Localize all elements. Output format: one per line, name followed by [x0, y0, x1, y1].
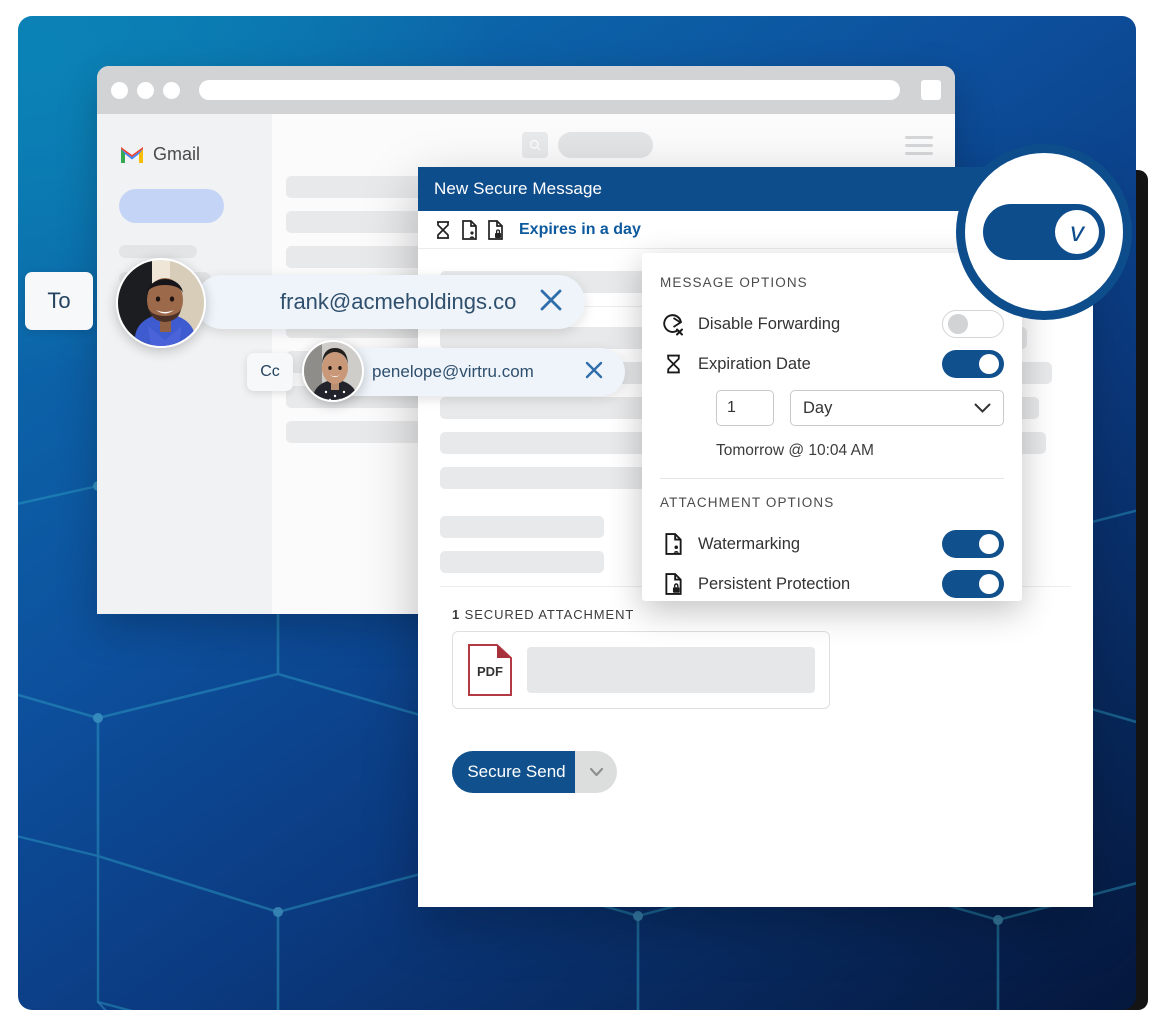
to-field-label: To: [25, 272, 93, 330]
maximize-icon[interactable]: [921, 80, 941, 100]
message-options-panel: MESSAGE OPTIONS Disable Forwarding Expir…: [642, 253, 1022, 601]
expiration-status-text: Expires in a day: [519, 221, 641, 239]
gmail-compose-button[interactable]: [119, 189, 224, 223]
pdf-file-icon: PDF: [467, 643, 513, 697]
attachment-label: SECURED ATTACHMENT: [465, 607, 635, 622]
send-dropdown-button[interactable]: [575, 751, 617, 793]
watermark-document-icon: [660, 533, 686, 555]
watermarking-toggle[interactable]: [942, 530, 1004, 558]
option-row-persistent-protection[interactable]: Persistent Protection: [660, 564, 1004, 604]
persistent-protection-toggle[interactable]: [942, 570, 1004, 598]
gmail-m-icon: [119, 145, 145, 165]
expiration-unit-value: Day: [803, 399, 974, 418]
dot-yellow[interactable]: [137, 82, 154, 99]
virtru-toggle-badge: v: [956, 144, 1132, 320]
body-placeholder: [440, 516, 604, 538]
option-label: Disable Forwarding: [698, 315, 930, 334]
attachment-count: 1: [452, 607, 460, 622]
disable-forwarding-toggle[interactable]: [942, 310, 1004, 338]
send-button-group: Secure Send: [452, 751, 617, 793]
expiration-unit-select[interactable]: Day: [790, 390, 1004, 426]
avatar-penelope: [302, 340, 364, 402]
attachment-options-heading: ATTACHMENT OPTIONS: [660, 495, 1004, 510]
divider: [660, 478, 1004, 479]
option-label: Expiration Date: [698, 355, 930, 374]
hourglass-icon: [660, 353, 686, 375]
option-row-disable-forwarding[interactable]: Disable Forwarding: [660, 304, 1004, 344]
hourglass-icon: [434, 220, 452, 240]
disable-forwarding-icon: [660, 312, 686, 336]
body-placeholder: [440, 551, 604, 573]
option-row-watermarking[interactable]: Watermarking: [660, 524, 1004, 564]
expiration-amount-input[interactable]: [716, 390, 774, 426]
expiration-inputs: Day: [716, 390, 1004, 426]
expiration-summary: Tomorrow @ 10:04 AM: [716, 442, 1004, 460]
option-row-expiration-date[interactable]: Expiration Date: [660, 344, 1004, 384]
gmail-logo-label: Gmail: [153, 144, 200, 165]
to-recipient-chip[interactable]: frank@acmeholdings.co: [195, 275, 585, 329]
sidebar-placeholder[interactable]: [119, 245, 197, 258]
browser-title-bar: [97, 66, 955, 114]
hamburger-icon[interactable]: [905, 136, 933, 155]
gmail-logo: Gmail: [119, 144, 250, 165]
watermark-document-icon: [461, 220, 478, 240]
screenshot-root: Gmail: [0, 0, 1176, 1028]
dot-green[interactable]: [163, 82, 180, 99]
close-x-icon[interactable]: [537, 286, 565, 319]
search-input[interactable]: [558, 132, 653, 158]
secure-send-button[interactable]: Secure Send: [452, 751, 575, 793]
avatar-frank: [116, 258, 206, 348]
option-label: Watermarking: [698, 535, 930, 554]
option-label: Persistent Protection: [698, 575, 930, 594]
to-recipient-email: frank@acmeholdings.co: [280, 289, 537, 315]
gmail-sidebar: Gmail: [97, 114, 272, 614]
attachment-count-label: 1 SECURED ATTACHMENT: [452, 607, 1071, 622]
locked-document-icon: [660, 573, 686, 595]
search-icon[interactable]: [522, 132, 548, 158]
url-bar[interactable]: [199, 80, 900, 100]
svg-text:PDF: PDF: [477, 664, 503, 679]
badge-toggle-track: v: [983, 204, 1105, 260]
caret-down-icon: [590, 768, 603, 776]
cc-field-label: Cc: [247, 353, 293, 391]
dot-red[interactable]: [111, 82, 128, 99]
compose-title: New Secure Message: [434, 179, 602, 199]
virtru-logo-glyph: v: [1070, 218, 1084, 246]
attachment-name-placeholder: [527, 647, 815, 693]
badge-toggle-knob: v: [1055, 210, 1099, 254]
close-x-icon[interactable]: [583, 359, 605, 386]
attachment-item[interactable]: PDF: [452, 631, 830, 709]
chevron-down-icon: [974, 403, 991, 413]
locked-document-icon: [487, 220, 504, 240]
cc-recipient-email: penelope@virtru.com: [372, 362, 583, 382]
expiration-date-toggle[interactable]: [942, 350, 1004, 378]
message-options-heading: MESSAGE OPTIONS: [660, 275, 1004, 290]
